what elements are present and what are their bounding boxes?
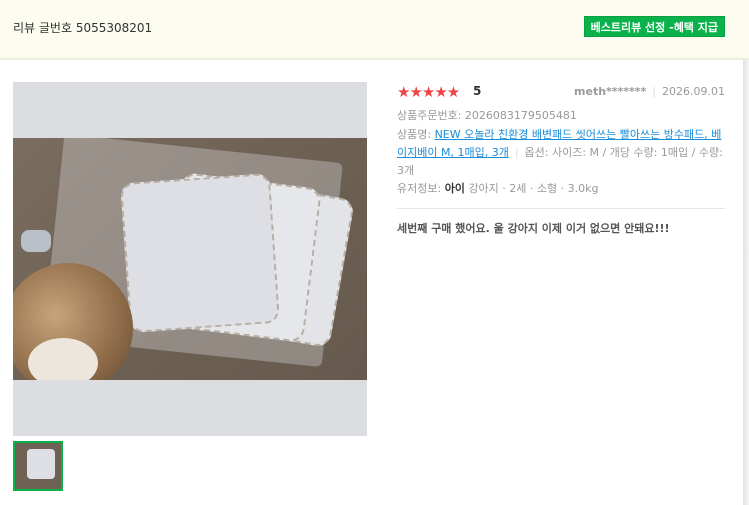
review-text: 세번째 구매 했어요. 울 강아지 이제 이거 없으면 안돼요!!! (397, 222, 670, 235)
review-number: 리뷰 글번호 5055308201 (13, 21, 153, 35)
dog-fur-image (28, 338, 98, 380)
thumbnail-pad-image (27, 449, 55, 479)
rating-row: ★★★★★ 5 meth******* | 2026.09.01 (397, 82, 725, 102)
review-header: 리뷰 글번호 5055308201 베스트리뷰 선정 -혜택 지급 (0, 0, 749, 60)
toy-image (21, 230, 51, 252)
pad-image-1 (119, 172, 281, 334)
pet-label: 유저정보: (397, 182, 445, 195)
divider (397, 208, 725, 209)
author-name: meth******* (574, 85, 647, 98)
separator: | (652, 85, 657, 98)
pet-details: 강아지 · 2세 · 소형 · 3.0kg (468, 182, 599, 195)
pet-name: 아이 (444, 182, 465, 195)
review-date: 2026.09.01 (662, 85, 725, 98)
author-date: meth******* | 2026.09.01 (574, 85, 725, 98)
pet-info: 유저정보: 아이 강아지 · 2세 · 소형 · 3.0kg (397, 180, 725, 198)
order-number: 상품주문번호: 2026083179505481 (397, 109, 577, 122)
review-photo-viewer[interactable] (13, 82, 367, 436)
photo-thumbnail[interactable] (13, 441, 63, 491)
review-photo[interactable] (13, 138, 367, 380)
product-info: 상품명: NEW 오놀라 친환경 배변패드 씻어쓰는 빨아쓰는 방수패드, 베이… (397, 126, 725, 180)
star-rating-icon: ★★★★★ (397, 83, 460, 101)
product-label: 상품명: (397, 128, 435, 141)
scroll-shadow (743, 60, 749, 505)
review-info: ★★★★★ 5 meth******* | 2026.09.01 상품주문번호: 2… (397, 82, 725, 237)
best-review-badge: 베스트리뷰 선정 -혜택 지급 (583, 16, 725, 37)
separator: | (514, 146, 519, 159)
rating-score: 5 (473, 84, 482, 98)
